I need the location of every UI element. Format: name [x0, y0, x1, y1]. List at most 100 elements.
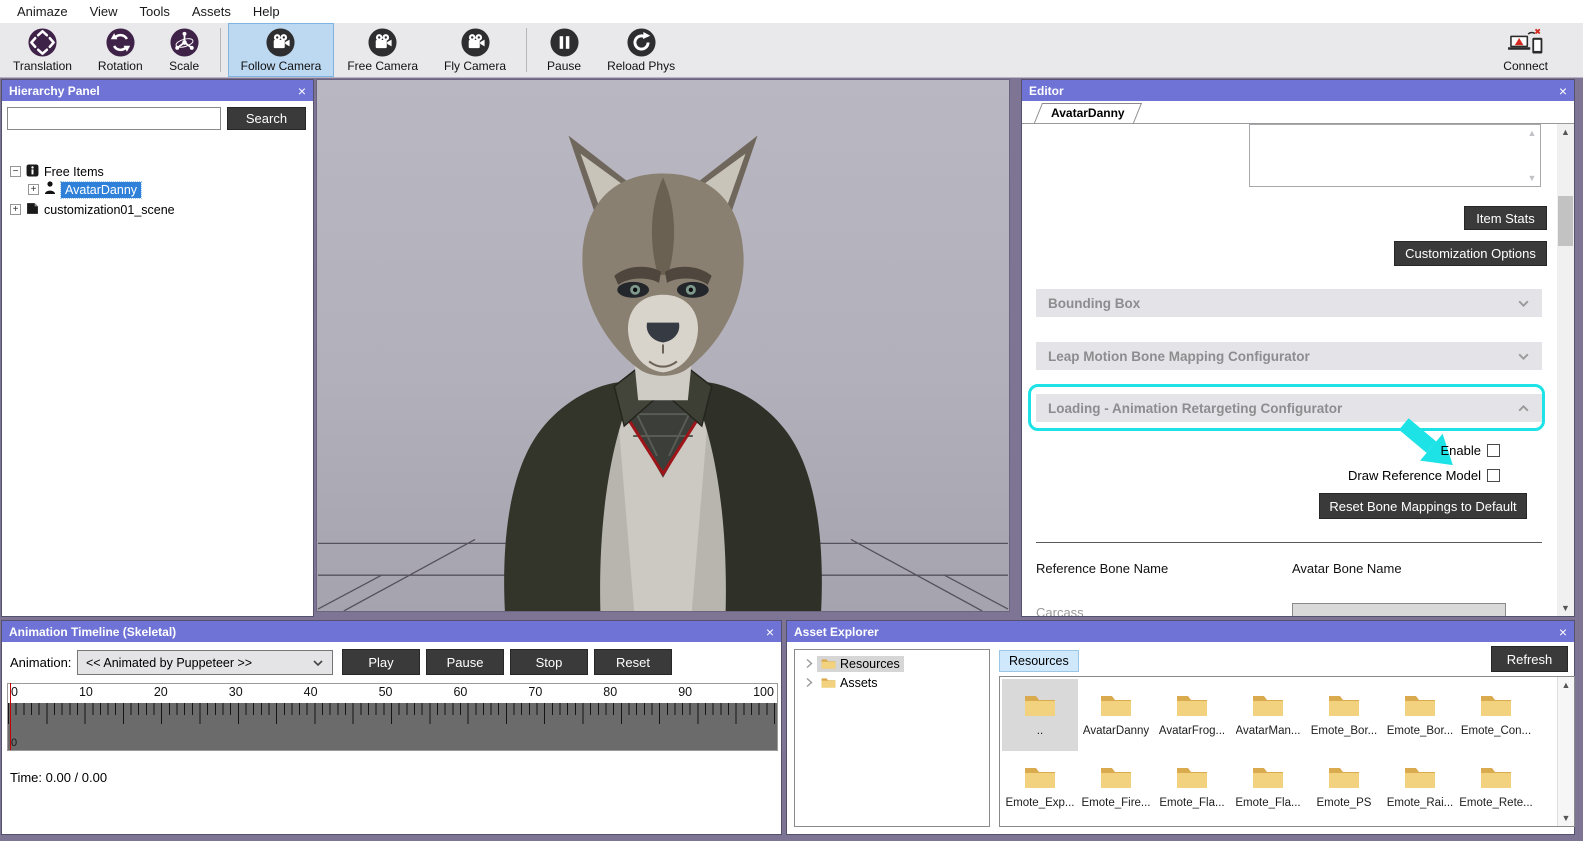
- menu-assets[interactable]: Assets: [181, 2, 242, 21]
- folder-item[interactable]: Emote_PS: [1306, 751, 1382, 823]
- item-description-textbox[interactable]: ▲ ▼: [1249, 124, 1541, 187]
- tab-resources[interactable]: Resources: [999, 650, 1079, 672]
- folder-item[interactable]: ..: [1002, 679, 1078, 751]
- tree-item-free-items[interactable]: − Free Items: [10, 163, 104, 180]
- section-leap-motion[interactable]: Leap Motion Bone Mapping Configurator: [1036, 342, 1542, 370]
- asset-explorer-panel: Asset Explorer × Resources Assets Resour…: [786, 620, 1575, 835]
- reload-phys-button[interactable]: Reload Phys: [594, 23, 688, 77]
- folder-item[interactable]: Emote_Exp...: [1002, 751, 1078, 823]
- ruler-number: 80: [603, 685, 618, 699]
- menu-bar: Animaze View Tools Assets Help: [0, 0, 1583, 23]
- close-icon[interactable]: ×: [298, 84, 306, 98]
- animation-timeline-panel: Animation Timeline (Skeletal) × Animatio…: [1, 620, 782, 835]
- menu-tools[interactable]: Tools: [129, 2, 181, 21]
- tree-item-label: Free Items: [44, 164, 104, 179]
- reset-button[interactable]: Reset: [594, 649, 672, 675]
- rotation-button[interactable]: Rotation: [85, 23, 156, 77]
- folder-icon: [1252, 693, 1284, 722]
- folder-item[interactable]: AvatarMan...: [1230, 679, 1306, 751]
- asset-grid-scrollbar[interactable]: ▲ ▼: [1557, 677, 1574, 826]
- asset-tree-resources[interactable]: Resources: [795, 654, 989, 673]
- menu-help[interactable]: Help: [242, 2, 291, 21]
- editor-panel-title: Editor: [1029, 83, 1064, 98]
- reset-bone-mappings-button[interactable]: Reset Bone Mappings to Default: [1319, 493, 1527, 519]
- close-icon[interactable]: ×: [1559, 625, 1567, 639]
- stop-button[interactable]: Stop: [510, 649, 588, 675]
- folder-item[interactable]: AvatarFrog...: [1154, 679, 1230, 751]
- animation-dropdown[interactable]: << Animated by Puppeteer >>: [77, 650, 333, 675]
- toolbar-separator: [219, 28, 221, 72]
- scroll-down-icon[interactable]: ▼: [1557, 600, 1574, 616]
- draw-reference-row: Draw Reference Model: [1348, 468, 1500, 483]
- section-bounding-box[interactable]: Bounding Box: [1036, 289, 1542, 317]
- scroll-up-icon[interactable]: ▲: [1557, 124, 1574, 140]
- timeline-panel-title: Animation Timeline (Skeletal): [9, 624, 177, 639]
- expand-expander-icon[interactable]: +: [28, 184, 39, 195]
- close-icon[interactable]: ×: [766, 625, 774, 639]
- scrollbar-thumb[interactable]: [1558, 196, 1573, 246]
- time-readout: Time: 0.00 / 0.00: [10, 770, 108, 785]
- avatar-bone-combobox[interactable]: [1292, 603, 1506, 616]
- tree-item-customization-scene[interactable]: + customization01_scene: [10, 201, 175, 218]
- item-stats-button[interactable]: Item Stats: [1464, 206, 1547, 230]
- ruler-number: 0: [11, 685, 18, 699]
- menu-animaze[interactable]: Animaze: [6, 2, 79, 21]
- free-camera-button[interactable]: Free Camera: [334, 23, 431, 77]
- pause-button[interactable]: Pause: [426, 649, 504, 675]
- draw-reference-checkbox[interactable]: [1487, 469, 1500, 482]
- folder-icon: [1100, 693, 1132, 722]
- fly-camera-button[interactable]: Fly Camera: [431, 23, 519, 77]
- search-input[interactable]: [7, 107, 221, 130]
- pause-button[interactable]: Pause: [534, 23, 594, 77]
- expand-expander-icon[interactable]: +: [10, 204, 21, 215]
- timeline-ruler[interactable]: 0 10 20 30 40 50 60 70 80 90 100 0: [7, 683, 778, 751]
- folder-item[interactable]: Emote_Bor...: [1306, 679, 1382, 751]
- scale-icon: [169, 27, 200, 58]
- chevron-right-icon[interactable]: [805, 677, 813, 688]
- play-button[interactable]: Play: [342, 649, 420, 675]
- asset-tree-label: Resources: [840, 656, 900, 671]
- menu-view[interactable]: View: [79, 2, 129, 21]
- customization-options-button[interactable]: Customization Options: [1394, 241, 1547, 266]
- folder-item[interactable]: AvatarDanny: [1078, 679, 1154, 751]
- folder-item[interactable]: Emote_Fire...: [1078, 751, 1154, 823]
- editor-scrollbar[interactable]: ▲ ▼: [1557, 124, 1574, 616]
- tree-item-avatardanny[interactable]: + AvatarDanny: [28, 180, 143, 199]
- folder-item[interactable]: Emote_Bor...: [1382, 679, 1458, 751]
- scroll-down-icon[interactable]: ▼: [1526, 173, 1538, 183]
- animation-label: Animation:: [10, 655, 72, 670]
- refresh-button[interactable]: Refresh: [1491, 646, 1568, 672]
- scroll-down-icon[interactable]: ▼: [1558, 810, 1574, 826]
- tab-avatardanny[interactable]: AvatarDanny: [1038, 103, 1138, 123]
- asset-tree-assets[interactable]: Assets: [795, 673, 989, 692]
- folder-item[interactable]: Emote_Rete...: [1458, 751, 1534, 823]
- close-icon[interactable]: ×: [1559, 84, 1567, 98]
- follow-camera-button[interactable]: Follow Camera: [227, 23, 335, 77]
- translation-button[interactable]: Translation: [0, 23, 85, 77]
- connect-button[interactable]: Connect: [1490, 23, 1561, 77]
- folder-icon: [1252, 765, 1284, 794]
- collapse-expander-icon[interactable]: −: [10, 166, 21, 177]
- asset-explorer-titlebar: Asset Explorer ×: [787, 621, 1574, 642]
- animaze-window: Animaze View Tools Assets Help Translati…: [0, 0, 1583, 841]
- scroll-up-icon[interactable]: ▲: [1558, 677, 1574, 693]
- scene-icon: [26, 202, 39, 218]
- chevron-right-icon[interactable]: [805, 658, 813, 669]
- toolbar-separator: [526, 28, 528, 72]
- ruler-number: 100: [753, 685, 774, 699]
- ruler-number: 60: [453, 685, 468, 699]
- timeline-track[interactable]: 0: [8, 683, 777, 750]
- scale-button[interactable]: Scale: [156, 23, 213, 77]
- scale-label: Scale: [169, 59, 200, 73]
- asset-tree: Resources Assets: [794, 649, 990, 827]
- folder-item[interactable]: Emote_Con...: [1458, 679, 1534, 751]
- enable-checkbox[interactable]: [1487, 444, 1500, 457]
- folder-item[interactable]: Emote_Rai...: [1382, 751, 1458, 823]
- viewport-3d[interactable]: [316, 79, 1010, 612]
- search-button[interactable]: Search: [227, 107, 306, 130]
- folder-item[interactable]: Emote_Fla...: [1230, 751, 1306, 823]
- section-animation-retargeting[interactable]: Loading - Animation Retargeting Configur…: [1036, 394, 1542, 422]
- animation-dropdown-value: << Animated by Puppeteer >>: [86, 655, 253, 670]
- folder-item[interactable]: Emote_Fla...: [1154, 751, 1230, 823]
- scroll-up-icon[interactable]: ▲: [1526, 128, 1538, 138]
